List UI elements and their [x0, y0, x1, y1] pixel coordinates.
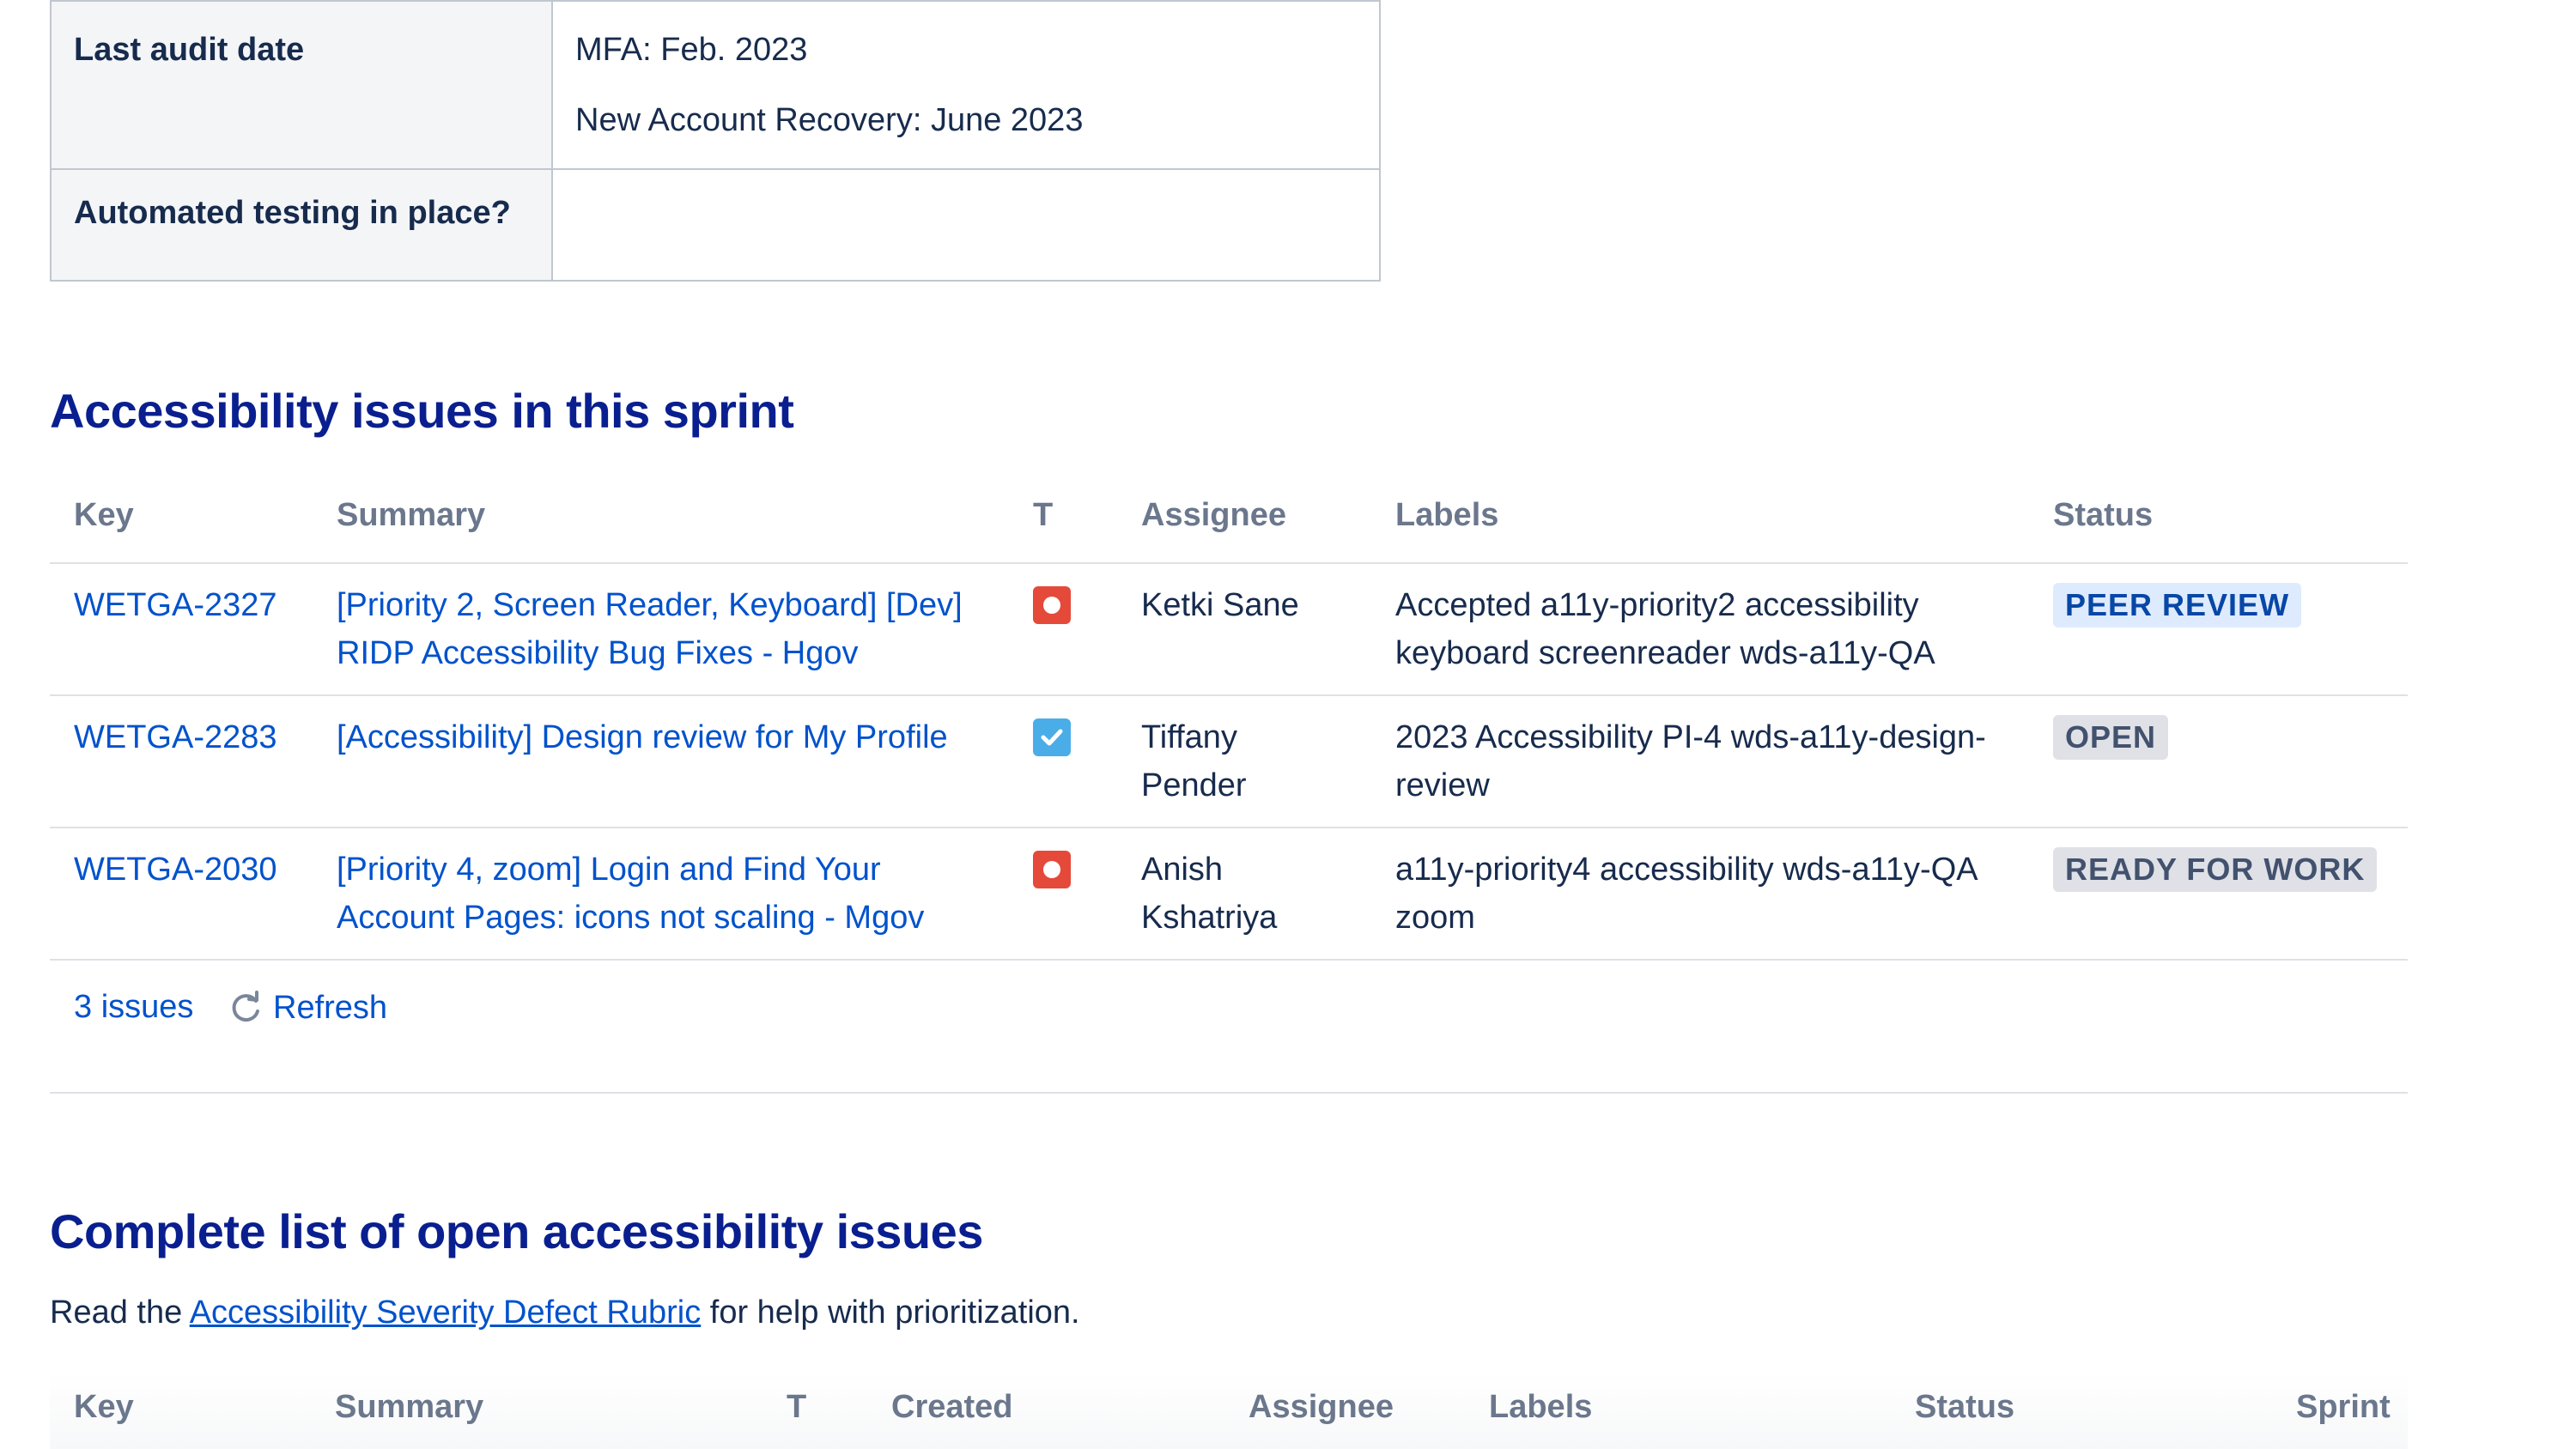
column-header-key[interactable]: Key	[74, 1389, 134, 1426]
row-value-cell	[551, 168, 1381, 282]
issue-summary-cell: [Priority 2, Screen Reader, Keyboard] [D…	[313, 563, 1009, 696]
task-icon	[1033, 718, 1071, 756]
intro-suffix: for help with prioritization.	[701, 1294, 1080, 1331]
rubric-link[interactable]: Accessibility Severity Defect Rubric	[190, 1294, 702, 1331]
complete-list-heading: Complete list of open accessibility issu…	[50, 1204, 983, 1258]
column-header-status[interactable]: Status	[2029, 468, 2408, 564]
issue-status-cell: READY FOR WORK	[2029, 828, 2408, 961]
issue-type-cell	[1009, 828, 1117, 961]
table-header-row: Key Summary T Assignee Labels Status	[50, 468, 2408, 564]
issue-count-link[interactable]: 3 issues	[74, 989, 193, 1026]
row-label: Last audit date	[50, 0, 553, 170]
issue-type-cell	[1009, 695, 1117, 828]
issue-status-cell: OPEN	[2029, 695, 2408, 828]
issue-summary-cell: [Priority 4, zoom] Login and Find Your A…	[313, 828, 1009, 961]
table-row: WETGA-2030 [Priority 4, zoom] Login and …	[50, 828, 2408, 961]
column-header-labels[interactable]: Labels	[1489, 1389, 1592, 1426]
issue-labels: Accepted a11y-priority2 accessibility ke…	[1371, 563, 2029, 696]
issue-assignee: Tiffany Pender	[1117, 695, 1371, 828]
status-badge: PEER REVIEW	[2053, 583, 2302, 627]
issue-assignee: Anish Kshatriya	[1117, 828, 1371, 961]
column-header-assignee[interactable]: Assignee	[1117, 468, 1371, 564]
table-footer: 3 issues Refresh	[50, 953, 2408, 1094]
issue-key-link[interactable]: WETGA-2327	[74, 587, 277, 623]
column-header-summary[interactable]: Summary	[313, 468, 1009, 564]
column-header-sprint[interactable]: Sprint	[2296, 1389, 2391, 1426]
intro-prefix: Read the	[50, 1294, 190, 1331]
issue-key-cell: WETGA-2030	[50, 828, 313, 961]
row-label: Automated testing in place?	[50, 168, 553, 282]
table-row: WETGA-2283 [Accessibility] Design review…	[50, 695, 2408, 828]
issue-key-cell: WETGA-2283	[50, 695, 313, 828]
issue-labels: a11y-priority4 accessibility wds-a11y-QA…	[1371, 828, 2029, 961]
sprint-issues-table: Key Summary T Assignee Labels Status WET…	[50, 468, 2408, 961]
column-header-assignee[interactable]: Assignee	[1249, 1389, 1394, 1426]
issue-summary-link[interactable]: [Priority 4, zoom] Login and Find Your A…	[337, 852, 924, 936]
bug-icon	[1033, 851, 1071, 888]
issue-status-cell: PEER REVIEW	[2029, 563, 2408, 696]
status-badge: OPEN	[2053, 715, 2169, 760]
bug-icon	[1033, 586, 1071, 624]
complete-list-table-header: Key Summary T Created Assignee Labels St…	[50, 1372, 2408, 1449]
refresh-label: Refresh	[273, 989, 388, 1026]
issue-key-link[interactable]: WETGA-2283	[74, 719, 277, 755]
column-header-status[interactable]: Status	[1915, 1389, 2014, 1426]
sprint-issues-heading: Accessibility issues in this sprint	[50, 384, 794, 438]
issue-labels: 2023 Accessibility PI-4 wds-a11y-design-…	[1371, 695, 2029, 828]
refresh-button[interactable]: Refresh	[227, 989, 387, 1027]
column-header-summary[interactable]: Summary	[335, 1389, 483, 1426]
issue-key-cell: WETGA-2327	[50, 563, 313, 696]
issue-assignee: Ketki Sane	[1117, 563, 1371, 696]
column-header-created[interactable]: Created	[891, 1389, 1013, 1426]
issue-type-cell	[1009, 563, 1117, 696]
issue-key-link[interactable]: WETGA-2030	[74, 852, 277, 888]
column-header-type[interactable]: T	[787, 1389, 806, 1426]
status-badge: READY FOR WORK	[2053, 847, 2378, 892]
issue-summary-link[interactable]: [Priority 2, Screen Reader, Keyboard] [D…	[337, 587, 963, 671]
row-value: New Account Recovery: June 2023	[575, 102, 1084, 138]
audit-info-table: Last audit date MFA: Feb. 2023 New Accou…	[50, 0, 1381, 282]
issue-summary-link[interactable]: [Accessibility] Design review for My Pro…	[337, 719, 948, 755]
table-row: WETGA-2327 [Priority 2, Screen Reader, K…	[50, 563, 2408, 696]
intro-paragraph: Read the Accessibility Severity Defect R…	[50, 1294, 1080, 1331]
refresh-icon	[232, 991, 259, 1022]
audit-info-row: Last audit date MFA: Feb. 2023 New Accou…	[50, 0, 1381, 170]
column-header-key[interactable]: Key	[50, 468, 313, 564]
audit-info-row: Automated testing in place?	[50, 168, 1381, 282]
issue-summary-cell: [Accessibility] Design review for My Pro…	[313, 695, 1009, 828]
row-value-cell: MFA: Feb. 2023 New Account Recovery: Jun…	[551, 0, 1381, 170]
column-header-type[interactable]: T	[1009, 468, 1117, 564]
column-header-labels[interactable]: Labels	[1371, 468, 2029, 564]
row-value: MFA: Feb. 2023	[575, 32, 808, 68]
